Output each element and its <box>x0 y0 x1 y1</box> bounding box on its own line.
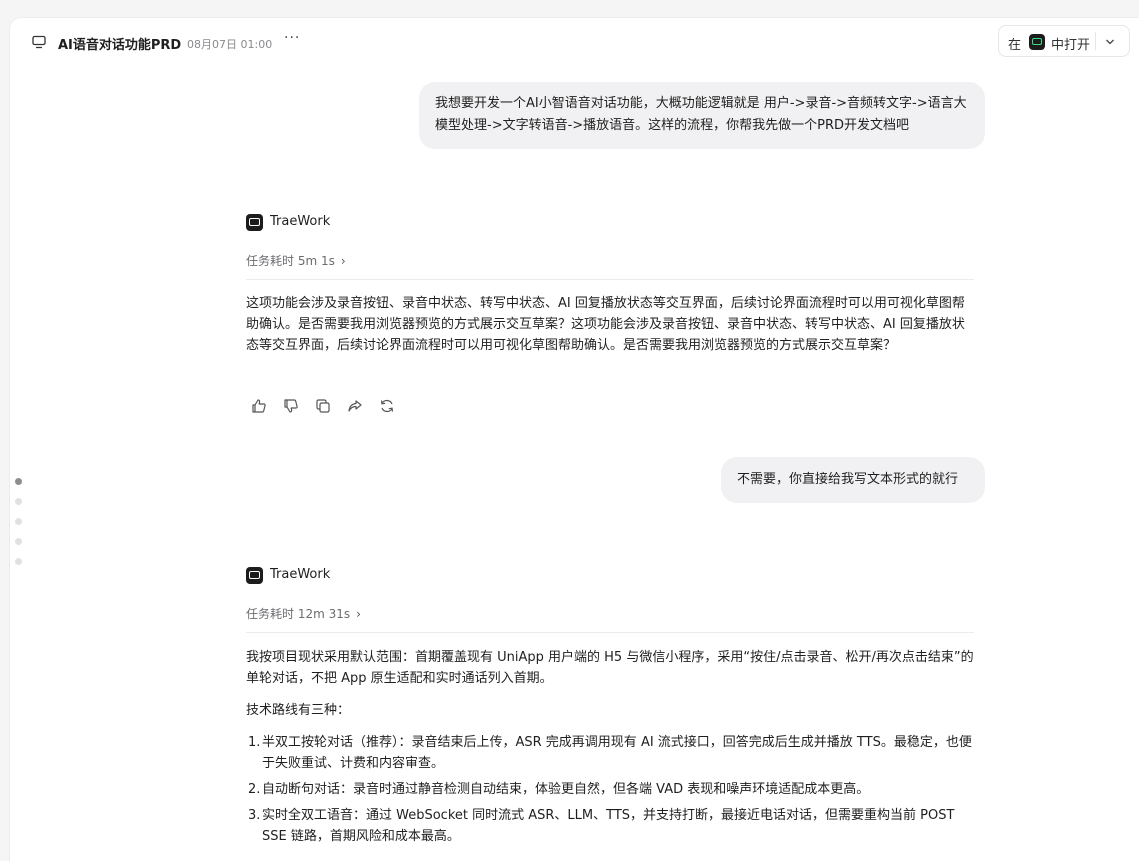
agent-avatar-icon <box>246 214 263 231</box>
copy-icon[interactable] <box>314 397 332 415</box>
task-duration-toggle[interactable]: 任务耗时 5m 1s › <box>246 252 346 269</box>
timestamp: 08月07日 01:00 <box>187 38 273 51</box>
chevron-right-icon: › <box>356 607 361 621</box>
app-icon <box>1029 34 1045 50</box>
refresh-icon[interactable] <box>378 397 396 415</box>
agent-message-intro: 我按项目现状采用默认范围：首期覆盖现有 UniApp 用户端的 H5 与微信小程… <box>246 650 974 686</box>
divider <box>246 279 974 280</box>
nav-dot[interactable] <box>15 558 22 565</box>
more-button[interactable]: ··· <box>284 30 300 46</box>
open-in-button[interactable]: 在 中打开 <box>998 25 1130 57</box>
user-message: 不需要，你直接给我写文本形式的就行 <box>721 457 985 503</box>
chevron-right-icon: › <box>340 254 346 268</box>
list-item: 2. 自动断句对话：录音时通过静音检测自动结束，体验更自然，但各端 VAD 表现和… <box>248 782 870 797</box>
header: AI语音对话功能PRD 08月07日 01:00 ··· 在 中打开 <box>10 18 1139 66</box>
chevron-down-icon[interactable] <box>1105 37 1115 47</box>
divider <box>246 632 974 633</box>
task-duration-toggle[interactable]: 任务耗时 12m 31s › <box>246 605 361 622</box>
nav-dot[interactable] <box>15 478 22 485</box>
routes-list: 1. 半双工按轮对话（推荐）：录音结束后上传，ASR 完成再调用现有 AI 流式接… <box>246 732 974 852</box>
nav-dot[interactable] <box>15 538 22 545</box>
agent-name: TraeWork <box>270 214 331 229</box>
monitor-icon <box>32 35 46 49</box>
agent-message-text: 这项功能会涉及录音按钮、录音中状态、转写中状态、AI 回复播放状态等交互界面，后… <box>246 296 965 353</box>
chat-window: AI语音对话功能PRD 08月07日 01:00 ··· 在 中打开 我想要开发… <box>9 17 1139 861</box>
user-message: 我想要开发一个AI小智语音对话功能，大概功能逻辑就是 用户->录音->音频转文字… <box>419 82 985 149</box>
agent-name: TraeWork <box>270 567 331 582</box>
task-duration: 任务耗时 12m 31s <box>246 607 351 621</box>
page-title: AI语音对话功能PRD <box>58 38 182 53</box>
list-item: 1. 半双工按轮对话（推荐）：录音结束后上传，ASR 完成再调用现有 AI 流式接… <box>248 735 972 771</box>
thumbs-down-icon[interactable] <box>282 397 300 415</box>
share-icon[interactable] <box>346 397 364 415</box>
agent-avatar-icon <box>246 567 263 584</box>
open-suffix: 中打开 <box>1051 38 1091 53</box>
nav-dot[interactable] <box>15 498 22 505</box>
thumbs-up-icon[interactable] <box>250 397 268 415</box>
task-duration: 任务耗时 5m 1s <box>246 254 335 268</box>
separator <box>1095 32 1096 50</box>
nav-dot[interactable] <box>15 518 22 525</box>
routes-title: 技术路线有三种： <box>246 703 351 718</box>
list-item: 3. 实时全双工语音：通过 WebSocket 同时流式 ASR、LLM、TTS，… <box>248 808 955 844</box>
open-prefix: 在 <box>1008 38 1022 53</box>
